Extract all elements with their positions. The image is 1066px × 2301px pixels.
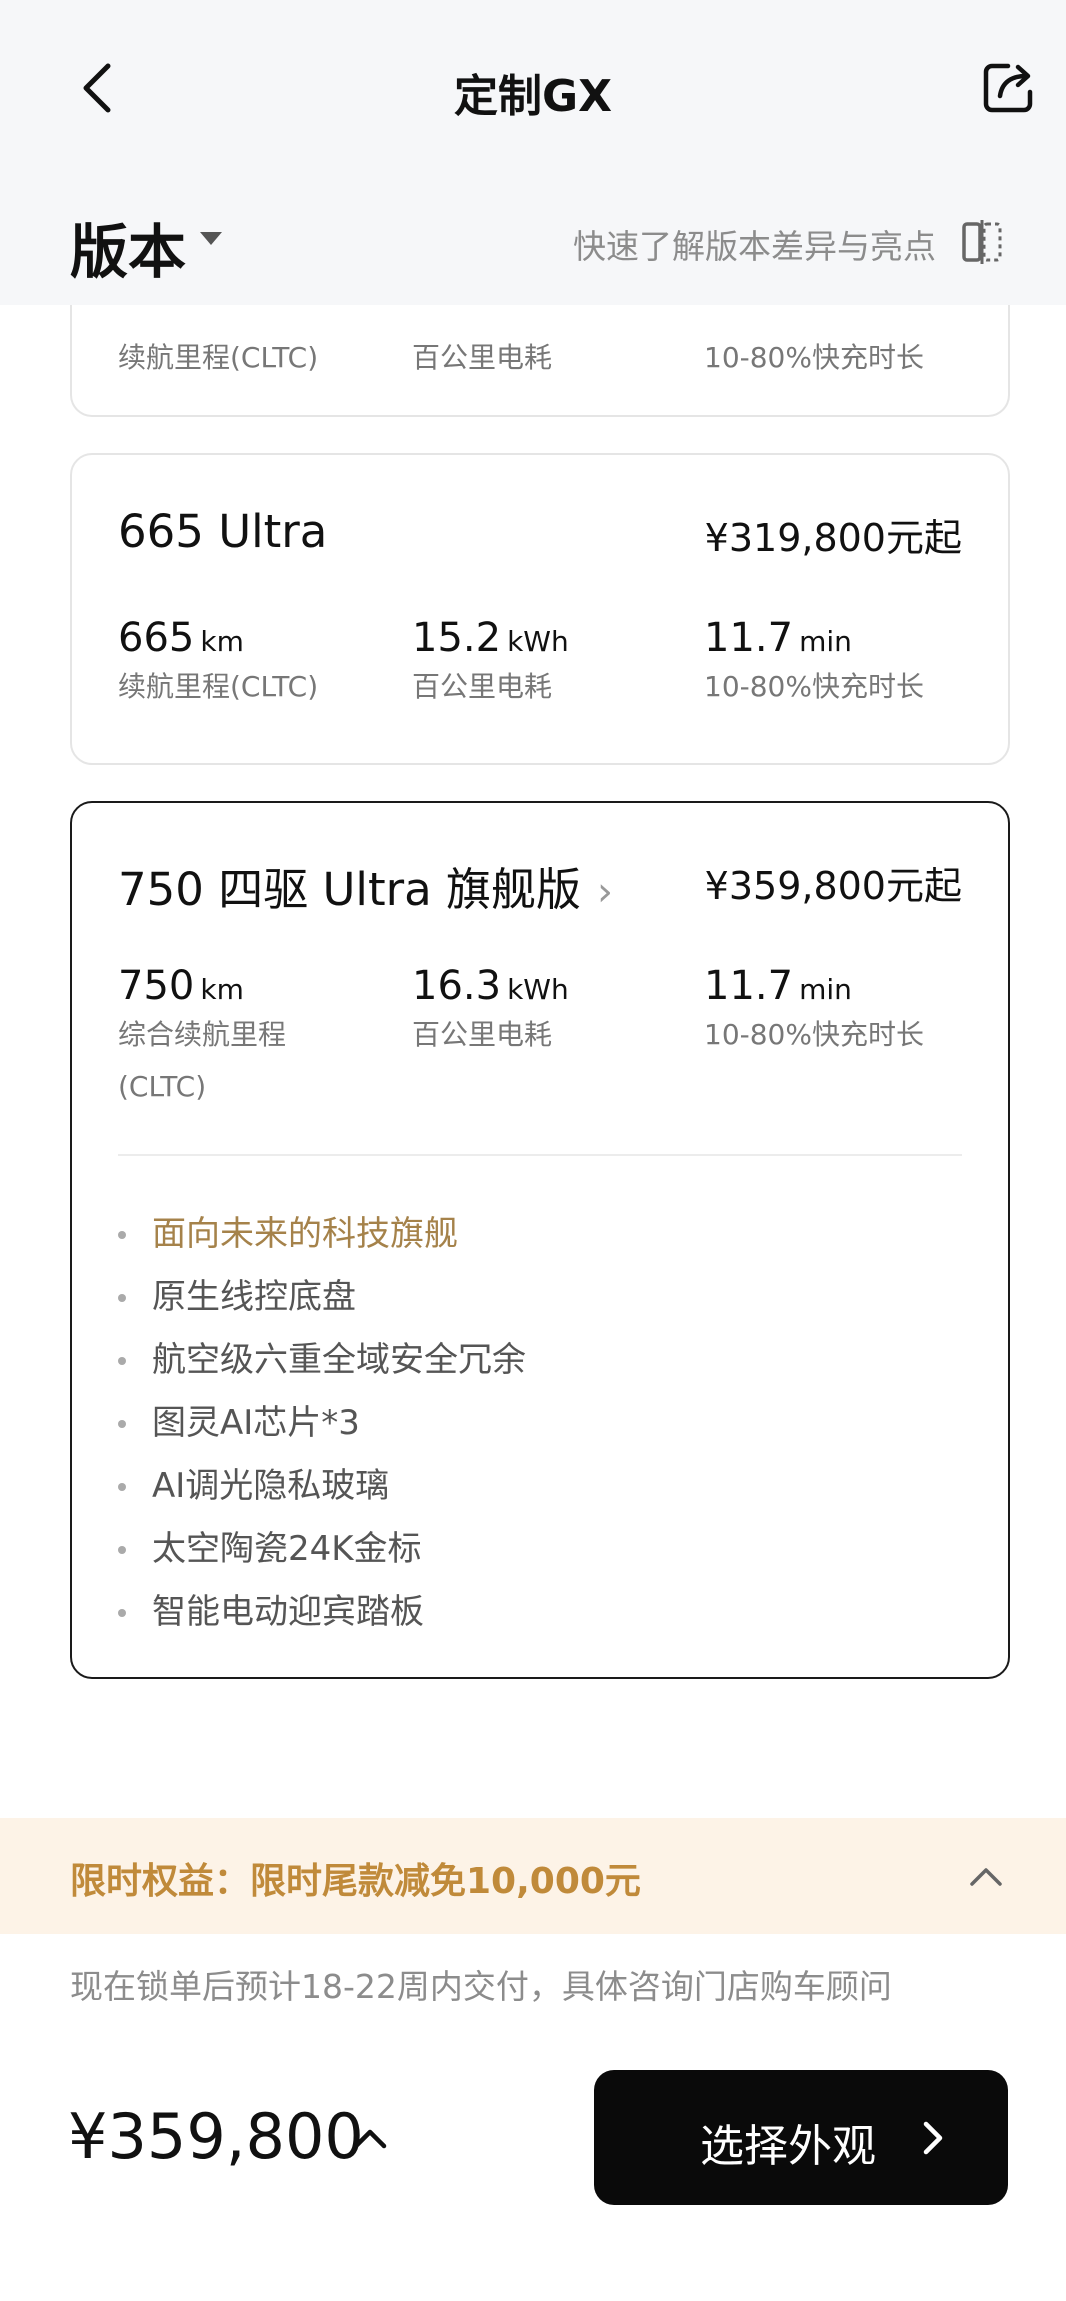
spec-label: 百公里电耗 bbox=[412, 670, 553, 703]
spec-label: 续航里程(CLTC) bbox=[118, 670, 319, 703]
feature-item: 智能电动迎宾踏板 bbox=[118, 1581, 526, 1644]
spec-label: 百公里电耗 bbox=[412, 1018, 553, 1051]
promotion-text: 限时权益：限时尾款减免10,000元 bbox=[70, 1861, 641, 1902]
version-name-link[interactable]: 750 四驱 Ultra 旗舰版 › bbox=[118, 853, 613, 918]
spec-label: 综合续航里程(CLTC) bbox=[118, 1018, 287, 1103]
feature-item: 航空级六重全域安全冗余 bbox=[118, 1329, 526, 1392]
spec-value: 750 bbox=[118, 963, 195, 1009]
version-name: 750 四驱 Ultra 旗舰版 bbox=[118, 863, 581, 916]
version-price: ¥319,800元起 bbox=[704, 516, 962, 560]
cta-label: 选择外观 bbox=[700, 2122, 876, 2171]
feature-item: 太空陶瓷24K金标 bbox=[118, 1518, 526, 1581]
spec-value: 11.7 bbox=[704, 615, 794, 661]
spec-unit: km bbox=[200, 973, 244, 1006]
feature-list: 面向未来的科技旗舰 原生线控底盘 航空级六重全域安全冗余 图灵AI芯片*3 AI… bbox=[118, 1203, 526, 1644]
feature-item: AI调光隐私玻璃 bbox=[118, 1455, 526, 1518]
spec-consumption: 15.2 kWh 百公里电耗 bbox=[412, 615, 672, 713]
caret-down-icon bbox=[200, 232, 222, 245]
total-price[interactable]: ¥359,800 bbox=[68, 2100, 364, 2173]
feature-item: 面向未来的科技旗舰 bbox=[118, 1203, 526, 1266]
spec-unit: min bbox=[799, 973, 852, 1006]
page-title: 定制GX bbox=[453, 71, 613, 122]
promotion-bar[interactable]: 限时权益：限时尾款减免10,000元 bbox=[0, 1818, 1066, 1934]
spec-range: 续航里程(CLTC) bbox=[118, 320, 378, 384]
chevron-up-icon[interactable] bbox=[350, 2118, 390, 2158]
chevron-right-icon bbox=[923, 2121, 943, 2155]
spec-charge-time: 11.7 min 10-80%快充时长 bbox=[704, 963, 964, 1061]
delivery-note: 现在锁单后预计18-22周内交付，具体咨询门店购车顾问 bbox=[70, 1967, 892, 2006]
version-name: 665 Ultra bbox=[118, 505, 328, 558]
select-exterior-button[interactable]: 选择外观 bbox=[594, 2070, 1008, 2205]
share-button[interactable] bbox=[978, 58, 1038, 118]
feature-item: 图灵AI芯片*3 bbox=[118, 1392, 526, 1455]
spec-value: 15.2 bbox=[412, 615, 502, 661]
spec-label: 百公里电耗 bbox=[412, 341, 553, 374]
spec-label: 10-80%快充时长 bbox=[704, 341, 924, 374]
spec-label: 续航里程(CLTC) bbox=[118, 341, 319, 374]
version-card-750-awd-ultra-flagship[interactable]: 750 四驱 Ultra 旗舰版 › ¥359,800元起 750 km 综合续航里… bbox=[70, 801, 1010, 1679]
chevron-right-icon: › bbox=[596, 869, 613, 915]
spec-consumption: 16.3 kWh 百公里电耗 bbox=[412, 963, 672, 1061]
compare-versions-link[interactable]: 快速了解版本差异与亮点 bbox=[573, 220, 936, 268]
spec-charge-time: 10-80%快充时长 bbox=[704, 320, 964, 384]
version-price: ¥359,800元起 bbox=[704, 864, 962, 908]
share-icon bbox=[983, 63, 1033, 113]
version-card-665-ultra[interactable]: 665 Ultra ¥319,800元起 665 km 续航里程(CLTC) 15… bbox=[70, 453, 1010, 765]
top-navigation: 定制GX 版本 快速了解版本差异与亮点 bbox=[0, 0, 1066, 305]
spec-consumption: 百公里电耗 bbox=[412, 320, 672, 384]
spec-label: 10-80%快充时长 bbox=[704, 670, 924, 703]
spec-charge-time: 11.7 min 10-80%快充时长 bbox=[704, 615, 964, 713]
spec-unit: kWh bbox=[507, 973, 569, 1006]
chevron-up-icon[interactable] bbox=[968, 1858, 1004, 1894]
spec-value: 665 bbox=[118, 615, 195, 661]
spec-unit: km bbox=[200, 625, 244, 658]
spec-label: 10-80%快充时长 bbox=[704, 1018, 924, 1051]
spec-unit: min bbox=[799, 625, 852, 658]
spec-value: 16.3 bbox=[412, 963, 502, 1009]
spec-range: 665 km 续航里程(CLTC) bbox=[118, 615, 378, 713]
spec-range: 750 km 综合续航里程(CLTC) bbox=[118, 963, 338, 1113]
spec-value: 11.7 bbox=[704, 963, 794, 1009]
version-selector[interactable]: 版本 bbox=[70, 205, 186, 289]
compare-icon[interactable] bbox=[962, 218, 1002, 266]
feature-item: 原生线控底盘 bbox=[118, 1266, 526, 1329]
divider bbox=[118, 1154, 962, 1156]
spec-unit: kWh bbox=[507, 625, 569, 658]
